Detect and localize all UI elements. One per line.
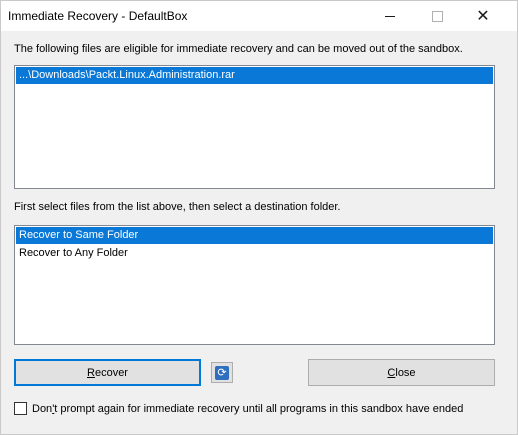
refresh-icon: ⟳ xyxy=(215,365,229,380)
close-button-label: lose xyxy=(395,366,416,379)
dont-prompt-option[interactable]: Don't prompt again for immediate recover… xyxy=(14,402,463,415)
recover-button-label: ecover xyxy=(94,366,128,379)
refresh-button[interactable]: ⟳ xyxy=(211,362,233,383)
close-button-accel: C xyxy=(387,366,396,379)
recover-button-accel: R xyxy=(87,366,95,379)
destination-item-same-folder[interactable]: Recover to Same Folder xyxy=(16,227,493,244)
select-hint-label: First select files from the list above, … xyxy=(14,201,341,213)
close-icon: ✕ xyxy=(476,6,490,25)
recover-button[interactable]: Recover xyxy=(14,359,201,386)
dont-prompt-checkbox[interactable] xyxy=(14,402,27,415)
minimize-icon xyxy=(385,15,395,17)
title-bar: Immediate Recovery - DefaultBox ✕ xyxy=(1,1,517,31)
eligible-files-label: The following files are eligible for imm… xyxy=(14,43,463,55)
maximize-icon xyxy=(431,10,443,22)
destination-item-any-folder[interactable]: Recover to Any Folder xyxy=(16,245,493,262)
close-button[interactable]: Close xyxy=(308,359,495,386)
close-window-button[interactable]: ✕ xyxy=(460,1,506,31)
immediate-recovery-window: Immediate Recovery - DefaultBox ✕ The fo… xyxy=(0,0,518,435)
window-title: Immediate Recovery - DefaultBox xyxy=(8,9,188,23)
destination-list[interactable]: Recover to Same Folder Recover to Any Fo… xyxy=(14,225,495,345)
dont-prompt-label-pre: Don xyxy=(32,402,53,415)
recoverable-files-list[interactable]: ...\Downloads\Packt.Linux.Administration… xyxy=(14,65,495,189)
dont-prompt-label-rest: t prompt again for immediate recovery un… xyxy=(54,402,464,415)
minimize-button[interactable] xyxy=(367,1,413,31)
maximize-button xyxy=(414,1,460,31)
file-list-item[interactable]: ...\Downloads\Packt.Linux.Administration… xyxy=(16,67,493,84)
dont-prompt-label: Don't prompt again for immediate recover… xyxy=(32,403,463,415)
